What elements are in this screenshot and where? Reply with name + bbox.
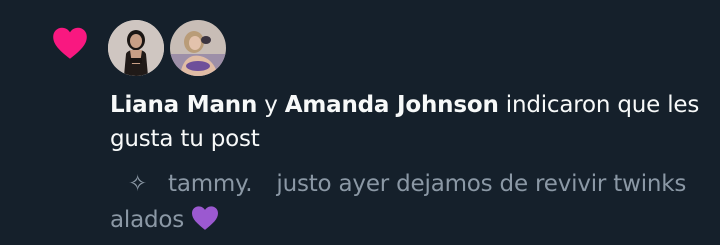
user-name-amanda-johnson[interactable]: Amanda Johnson [285, 92, 499, 118]
avatar-group [108, 20, 226, 76]
avatar-liana-mann[interactable] [108, 20, 164, 76]
preview-author: tammy. [168, 171, 253, 197]
like-notification[interactable]: Liana Mann y Amanda Johnson indicaron qu… [0, 0, 720, 245]
user-name-liana-mann[interactable]: Liana Mann [110, 92, 257, 118]
purple-heart-icon [192, 206, 219, 230]
avatar-amanda-johnson[interactable] [170, 20, 226, 76]
sparkle-icon: ✧ [128, 171, 148, 197]
post-preview[interactable]: ✧ tammy. justo ayer dejamos de revivir twi… [110, 166, 690, 238]
connector-text: y [264, 92, 278, 118]
notification-text: Liana Mann y Amanda Johnson indicaron qu… [110, 88, 700, 156]
heart-icon [53, 27, 87, 59]
